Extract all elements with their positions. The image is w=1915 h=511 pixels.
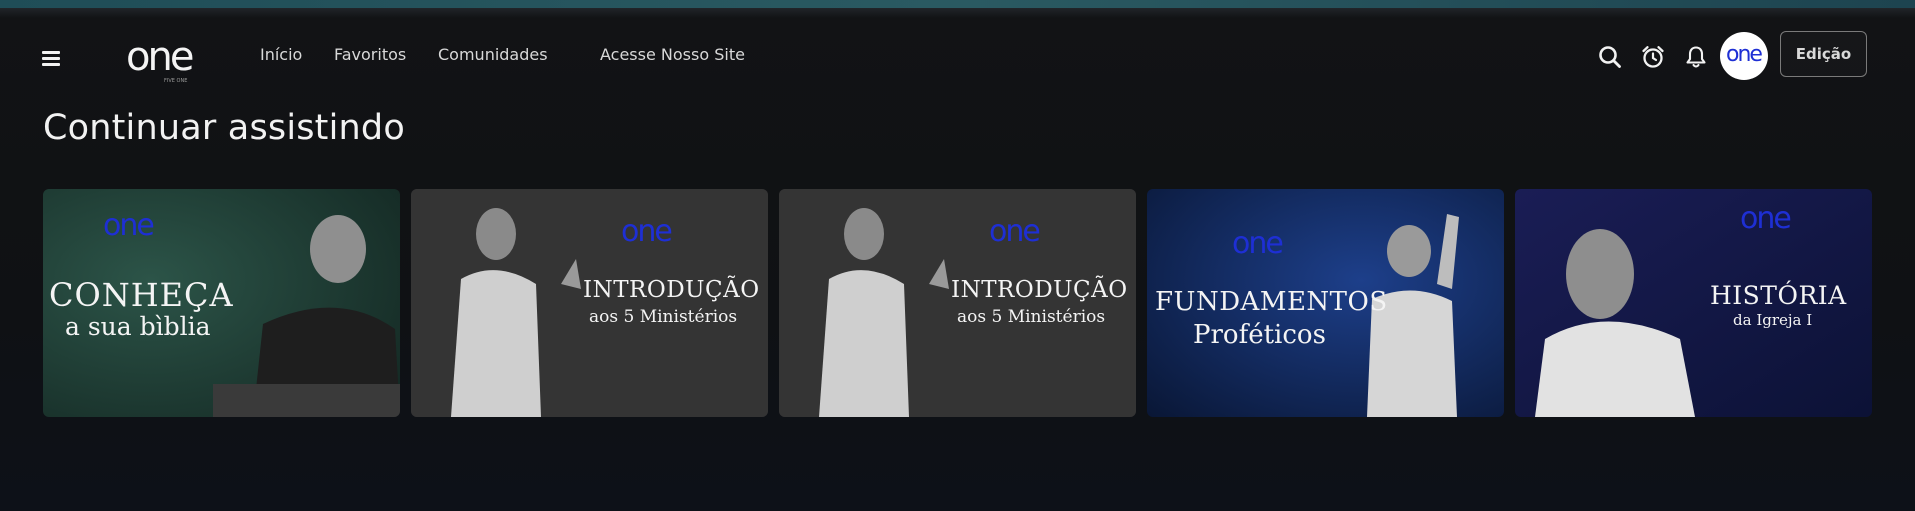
card-subtitle: da Igreja I: [1733, 311, 1813, 329]
card-brand-logo: one: [103, 208, 155, 243]
card-subtitle: Proféticos: [1193, 320, 1326, 350]
card-brand-logo: one: [1232, 226, 1284, 261]
menu-icon[interactable]: [42, 51, 60, 66]
video-card[interactable]: one INTRODUÇÃO aos 5 Ministérios: [779, 189, 1136, 417]
logo-subtext: FIVE ONE: [164, 78, 187, 84]
card-title: INTRODUÇÃO: [951, 277, 1128, 303]
bell-icon[interactable]: [1683, 44, 1709, 70]
card-brand-logo: one: [1740, 201, 1792, 236]
top-accent-strip: [0, 0, 1915, 8]
nav-inicio[interactable]: Início: [260, 45, 302, 64]
section-title: Continuar assistindo: [43, 108, 405, 148]
card-title: INTRODUÇÃO: [583, 277, 760, 303]
video-card[interactable]: one HISTÓRIA da Igreja I: [1515, 189, 1872, 417]
card-title: HISTÓRIA: [1710, 281, 1847, 310]
top-shade: [0, 8, 1915, 18]
card-thumbnail: [411, 189, 768, 417]
card-title: CONHEÇA: [49, 276, 234, 314]
avatar-logo: one: [1726, 42, 1763, 67]
nav-acesse-nosso-site[interactable]: Acesse Nosso Site: [600, 45, 745, 64]
card-subtitle: aos 5 Ministérios: [957, 307, 1106, 327]
nav-comunidades[interactable]: Comunidades: [438, 45, 548, 64]
logo-wordmark: one: [126, 34, 193, 80]
card-title: FUNDAMENTOS: [1155, 287, 1388, 317]
edit-button[interactable]: Edição: [1780, 31, 1867, 77]
video-card[interactable]: one FUNDAMENTOS Proféticos: [1147, 189, 1504, 417]
top-navigation-bar: one FIVE ONE Início Favoritos Comunidade…: [0, 18, 1915, 98]
avatar[interactable]: one: [1720, 32, 1768, 80]
card-subtitle: aos 5 Ministérios: [589, 307, 738, 327]
video-card[interactable]: one CONHEÇA a sua bìblia: [43, 189, 400, 417]
nav-favoritos[interactable]: Favoritos: [334, 45, 406, 64]
site-logo[interactable]: one FIVE ONE: [124, 34, 210, 84]
card-brand-logo: one: [989, 214, 1041, 249]
search-icon[interactable]: [1597, 44, 1623, 70]
video-card[interactable]: one INTRODUÇÃO aos 5 Ministérios: [411, 189, 768, 417]
card-subtitle: a sua bìblia: [65, 312, 211, 341]
card-brand-logo: one: [621, 214, 673, 249]
alarm-clock-icon[interactable]: [1640, 44, 1666, 70]
card-thumbnail: [779, 189, 1136, 417]
